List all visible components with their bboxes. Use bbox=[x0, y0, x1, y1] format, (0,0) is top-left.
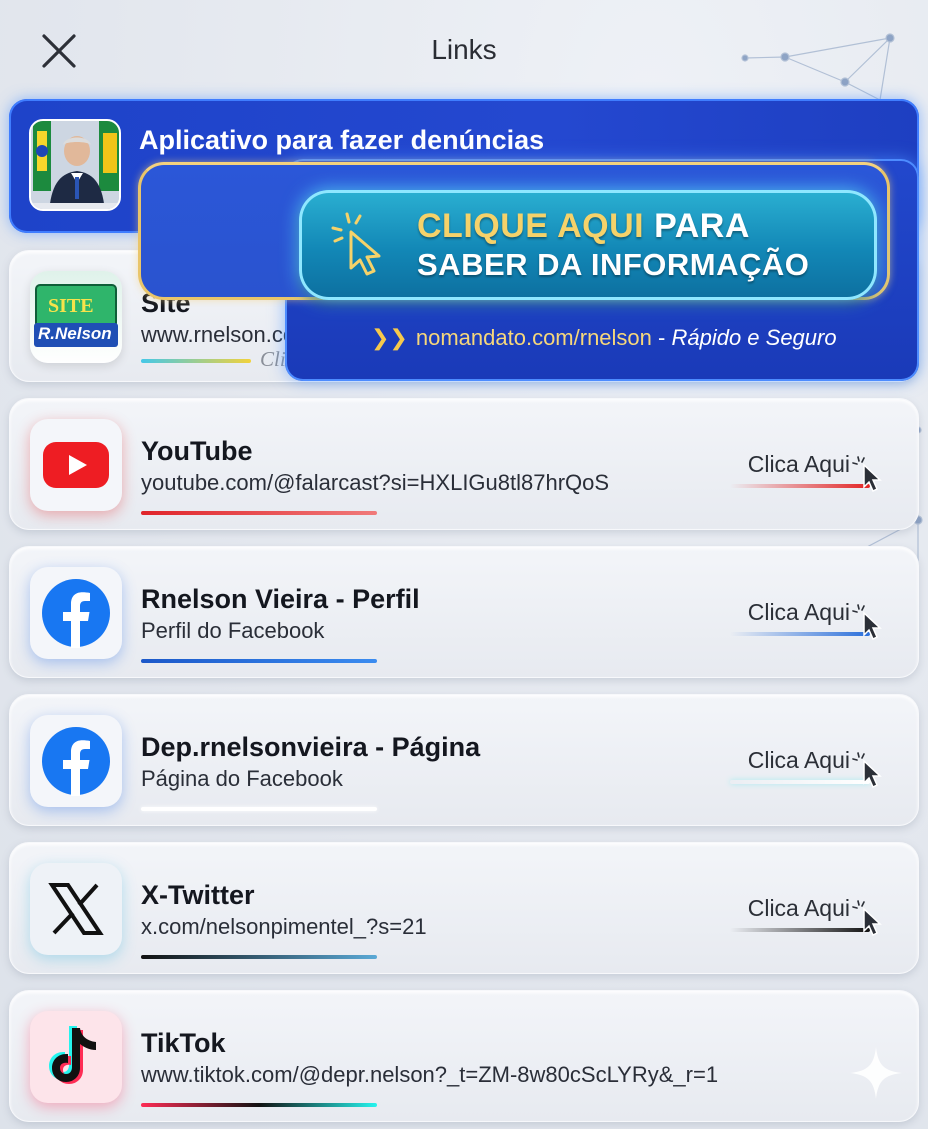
cta-word: PARA bbox=[644, 207, 750, 245]
link-url: www.tiktok.com/@depr.nelson?_t=ZM-8w80cS… bbox=[141, 1062, 719, 1087]
link-card-youtube[interactable]: YouTube youtube.com/@falarcast?si=HXLIGu… bbox=[9, 398, 919, 530]
cta-line-1: CLIQUE AQUI PARA bbox=[417, 207, 750, 246]
cta-button[interactable]: Clica Aqui bbox=[728, 747, 888, 797]
cta-underline bbox=[730, 780, 870, 784]
cta-label: Clica Aqui bbox=[747, 895, 850, 921]
learn-more-button[interactable]: CLIQUE AQUI PARA SABER DA INFORMAÇÃO bbox=[299, 190, 877, 300]
link-subtitle: Perfil do Facebook bbox=[141, 618, 325, 643]
site-logo-icon: SITE R.Nelson bbox=[30, 271, 122, 363]
cta-label: Clica Aqui bbox=[747, 451, 850, 477]
cursor-icon bbox=[852, 752, 882, 789]
link-card-facebook-page[interactable]: Dep.rnelsonvieira - Página Página do Fac… bbox=[9, 694, 919, 826]
cta-label: Clica Aqui bbox=[747, 747, 850, 773]
link-accent-bar bbox=[141, 659, 377, 663]
cta-button[interactable]: Clica Aqui bbox=[728, 895, 888, 945]
page-title: Links bbox=[431, 34, 497, 65]
cta-line-2: SABER DA INFORMAÇÃO bbox=[417, 247, 810, 282]
link-name: Site bbox=[141, 288, 191, 318]
link-accent-bar bbox=[141, 1103, 377, 1107]
link-url: x.com/nelsonpimentel_?s=21 bbox=[141, 914, 427, 939]
cta-underline bbox=[730, 484, 870, 488]
promo-banner-title: Aplicativo para fazer denúncias bbox=[139, 125, 545, 155]
header: Links bbox=[0, 0, 928, 100]
cta-button[interactable]: Clica Aqui bbox=[728, 599, 888, 649]
cta-underline bbox=[730, 928, 870, 932]
link-card-tiktok[interactable]: TikTok www.tiktok.com/@depr.nelson?_t=ZM… bbox=[9, 990, 919, 1122]
link-accent-bar bbox=[141, 807, 377, 811]
link-accent-bar bbox=[141, 511, 377, 515]
link-name: Rnelson Vieira - Perfil bbox=[141, 584, 420, 614]
facebook-icon bbox=[30, 715, 122, 807]
youtube-icon bbox=[30, 419, 122, 511]
cta-label: Clica Aqui bbox=[747, 599, 850, 625]
cta-highlight: CLIQUE AQUI bbox=[417, 207, 645, 245]
click-cursor-icon bbox=[331, 212, 381, 276]
link-name: TikTok bbox=[141, 1028, 226, 1058]
link-subtitle: Página do Facebook bbox=[141, 766, 343, 791]
cursor-icon bbox=[852, 900, 882, 937]
link-name: Dep.rnelsonvieira - Página bbox=[141, 732, 481, 762]
politician-photo bbox=[29, 119, 121, 211]
link-accent-bar bbox=[141, 359, 251, 363]
link-accent-bar bbox=[141, 955, 377, 959]
links-page: Links SITE R.Nelson Site www.rnelson.com… bbox=[0, 0, 928, 1129]
site-logo-text-bottom: R.Nelson bbox=[38, 324, 112, 343]
x-twitter-icon bbox=[30, 863, 122, 955]
link-name: YouTube bbox=[141, 436, 253, 466]
facebook-icon bbox=[30, 567, 122, 659]
link-card-facebook-profile[interactable]: Rnelson Vieira - Perfil Perfil do Facebo… bbox=[9, 546, 919, 678]
sparkle-icon bbox=[850, 1047, 902, 1099]
cursor-icon bbox=[852, 604, 882, 641]
link-name: X-Twitter bbox=[141, 880, 255, 910]
site-logo-text-top: SITE bbox=[48, 295, 94, 317]
tiktok-icon bbox=[30, 1011, 122, 1103]
link-url: youtube.com/@falarcast?si=HXLIGu8tl87hrQ… bbox=[141, 470, 610, 495]
cta-underline bbox=[730, 632, 870, 636]
cursor-icon bbox=[852, 456, 882, 493]
cta-button[interactable]: Clica Aqui bbox=[728, 451, 888, 501]
link-card-x-twitter[interactable]: X-Twitter x.com/nelsonpimentel_?s=21 Cli… bbox=[9, 842, 919, 974]
